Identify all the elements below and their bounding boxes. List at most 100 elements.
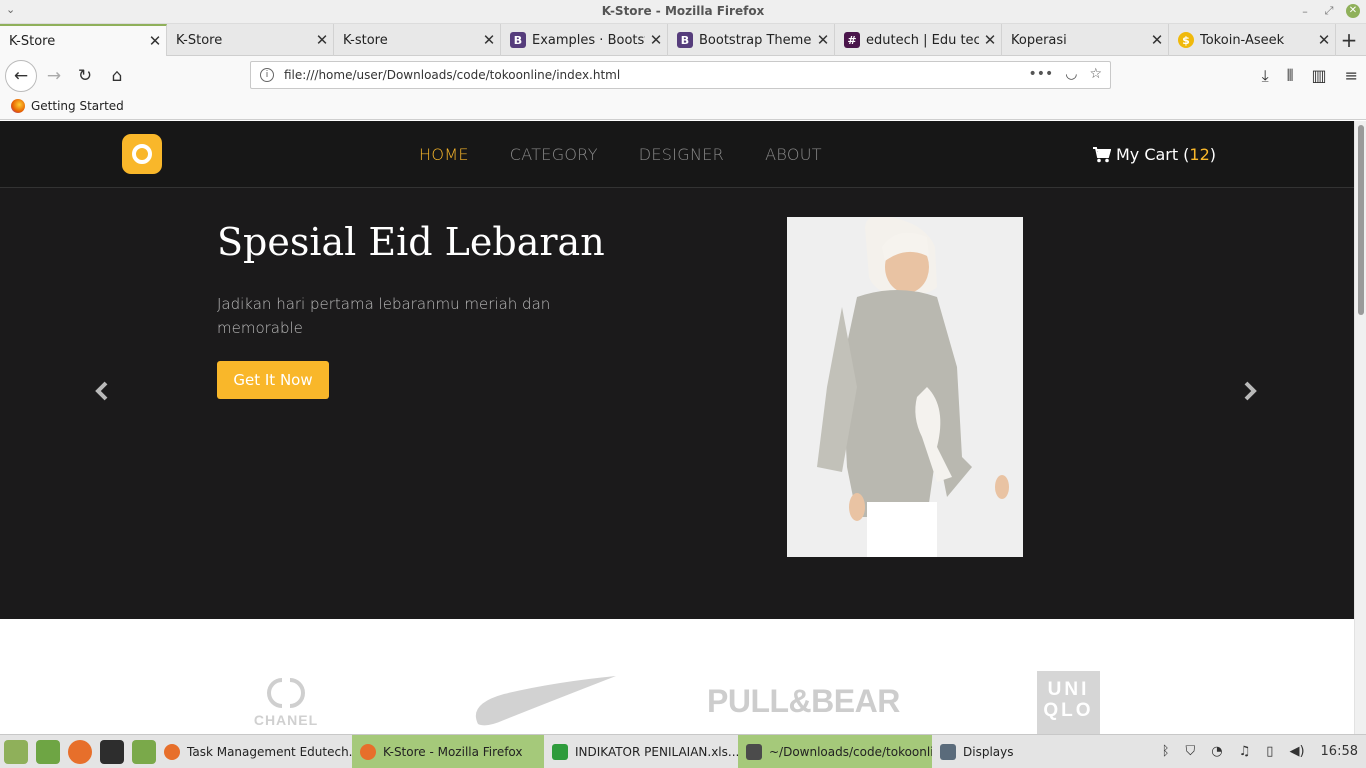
maximize-icon[interactable]: ⤢ [1322, 4, 1336, 18]
tab-k-store-1[interactable]: K-Store ✕ [0, 24, 167, 56]
taskbar-item-displays[interactable]: Displays [932, 735, 1052, 768]
downloads-icon[interactable]: ⤓ [1262, 66, 1269, 86]
bootstrap-icon: B [677, 32, 693, 48]
menu-home[interactable]: HOME [419, 145, 469, 164]
main-menu: HOME CATEGORY DESIGNER ABOUT [419, 145, 822, 164]
cart-close-paren: ) [1209, 145, 1216, 164]
close-window-icon[interactable]: ✕ [1346, 4, 1360, 18]
window-title: K-Store - Mozilla Firefox [601, 4, 765, 18]
tab-close-icon[interactable]: ✕ [979, 31, 1001, 49]
window-controls: – ⤢ ✕ [1298, 4, 1360, 18]
get-it-now-button[interactable]: Get It Now [217, 361, 329, 399]
firefox-launcher-icon[interactable] [68, 740, 92, 764]
library-icon[interactable]: ⫴ [1287, 66, 1294, 86]
carousel-next-chevron-icon[interactable] [1242, 380, 1258, 408]
hero-title: Spesial Eid Lebaran [217, 220, 605, 264]
firefox-icon [164, 744, 180, 760]
site-logo[interactable] [122, 134, 162, 174]
bookmark-star-icon[interactable]: ☆ [1089, 66, 1102, 82]
site-info-icon[interactable]: i [260, 68, 274, 82]
slack-icon: # [844, 32, 860, 48]
scrollbar-thumb[interactable] [1358, 125, 1364, 315]
navigation-toolbar: ← → ↻ ⌂ i file:///home/user/Downloads/co… [0, 56, 1366, 96]
page-viewport: HOME CATEGORY DESIGNER ABOUT My Cart ( 1… [0, 121, 1354, 734]
tab-bar: K-Store ✕ K-Store ✕ K-store ✕ B Examples… [0, 24, 1366, 56]
cart-link[interactable]: My Cart ( 12 ) [1092, 145, 1216, 164]
taskbar-item-task-management[interactable]: Task Management Edutech... [156, 735, 352, 768]
tab-close-icon[interactable]: ✕ [1146, 31, 1168, 49]
tab-label: Tokoin-Aseek [1200, 32, 1285, 48]
tab-bootstrap-examples[interactable]: B Examples · Bootstr ✕ [501, 24, 668, 56]
cart-label: My Cart [1115, 145, 1179, 164]
show-desktop-icon[interactable] [36, 740, 60, 764]
tab-label: Examples · Bootstr [532, 32, 645, 48]
tab-tokoin-aseek[interactable]: $ Tokoin-Aseek ✕ [1169, 24, 1336, 56]
back-arrow-icon[interactable]: ← [5, 60, 37, 92]
tab-label: Bootstrap Themes [699, 32, 812, 48]
reload-icon[interactable]: ↻ [71, 62, 99, 90]
firefox-icon [11, 99, 25, 113]
sidebar-icon[interactable]: ▥ [1311, 66, 1326, 86]
window-titlebar: ⌄ K-Store - Mozilla Firefox – ⤢ ✕ [0, 0, 1366, 24]
coin-icon: $ [1178, 32, 1194, 48]
shopping-cart-icon [1092, 146, 1111, 162]
forward-arrow-icon[interactable]: → [40, 62, 68, 90]
volume-icon[interactable]: ◀) [1289, 744, 1304, 759]
toolbar-right: ⤓ ⫴ ▥ ≡ [1262, 66, 1358, 86]
hero-product-image [787, 217, 1023, 557]
page-scrollbar[interactable] [1354, 121, 1366, 734]
bookmark-label: Getting Started [31, 99, 124, 113]
chanel-logo: CHANEL [248, 676, 324, 731]
tab-k-store-2[interactable]: K-Store ✕ [167, 24, 334, 56]
tab-close-icon[interactable]: ✕ [144, 32, 166, 50]
chanel-wordmark: CHANEL [253, 712, 319, 728]
tab-label: edutech | Edu tech [866, 32, 979, 48]
tab-label: K-store [343, 32, 388, 48]
tab-label: K-Store [9, 33, 56, 49]
taskbar-item-sublime[interactable]: ~/Downloads/code/tokoonli... [738, 735, 932, 768]
mint-menu-icon[interactable] [4, 740, 28, 764]
tab-close-icon[interactable]: ✕ [645, 31, 667, 49]
system-tray: ᛒ ⛉ ◔ ♫ ▯ ◀) 16:58 [1162, 744, 1358, 759]
spreadsheet-icon [552, 744, 568, 760]
taskbar-item-k-store[interactable]: K-Store - Mozilla Firefox [352, 735, 544, 768]
tab-close-icon[interactable]: ✕ [812, 31, 834, 49]
clock[interactable]: 16:58 [1321, 744, 1358, 759]
carousel-prev-chevron-icon[interactable] [94, 380, 110, 408]
url-text[interactable]: file:///home/user/Downloads/code/tokoonl… [284, 68, 620, 82]
shield-icon[interactable]: ⛉ [1186, 744, 1196, 759]
display-icon [940, 744, 956, 760]
page-actions-icon[interactable]: ••• [1028, 66, 1053, 82]
url-bar[interactable]: i file:///home/user/Downloads/code/tokoo… [250, 61, 1111, 89]
home-icon[interactable]: ⌂ [103, 62, 131, 90]
notification-bell-icon[interactable]: ♫ [1239, 744, 1251, 759]
bootstrap-icon: B [510, 32, 526, 48]
bookmark-getting-started[interactable]: Getting Started [11, 99, 124, 113]
files-icon[interactable] [132, 740, 156, 764]
taskbar-item-label: Displays [963, 745, 1014, 759]
tab-bootstrap-themes[interactable]: B Bootstrap Themes ✕ [668, 24, 835, 56]
wifi-icon[interactable]: ◔ [1211, 744, 1222, 759]
new-tab-plus-icon[interactable]: + [1332, 24, 1366, 56]
tab-close-icon[interactable]: ✕ [478, 31, 500, 49]
menu-designer[interactable]: DESIGNER [639, 145, 724, 164]
taskbar-item-label: Task Management Edutech... [187, 745, 352, 759]
menu-category[interactable]: CATEGORY [510, 145, 598, 164]
menu-about[interactable]: ABOUT [765, 145, 822, 164]
bluetooth-icon[interactable]: ᛒ [1162, 744, 1170, 759]
tab-k-store-3[interactable]: K-store ✕ [334, 24, 501, 56]
system-taskbar: Task Management Edutech... K-Store - Moz… [0, 734, 1366, 768]
hero-subtitle: Jadikan hari pertama lebaranmu meriah da… [217, 295, 551, 337]
cart-count: 12 [1189, 145, 1210, 164]
tab-close-icon[interactable]: ✕ [311, 31, 333, 49]
minimize-icon[interactable]: – [1298, 5, 1312, 18]
battery-icon[interactable]: ▯ [1266, 744, 1273, 759]
taskbar-item-spreadsheet[interactable]: INDIKATOR PENILAIAN.xls... [544, 735, 738, 768]
taskbar-item-label: ~/Downloads/code/tokoonli... [769, 745, 932, 759]
pocket-icon[interactable]: ◡ [1065, 66, 1077, 82]
tab-edutech[interactable]: # edutech | Edu tech ✕ [835, 24, 1002, 56]
url-actions: ••• ◡ ☆ [1028, 66, 1102, 82]
tab-koperasi[interactable]: Koperasi ✕ [1002, 24, 1169, 56]
terminal-icon[interactable] [100, 740, 124, 764]
hamburger-menu-icon[interactable]: ≡ [1345, 66, 1358, 86]
